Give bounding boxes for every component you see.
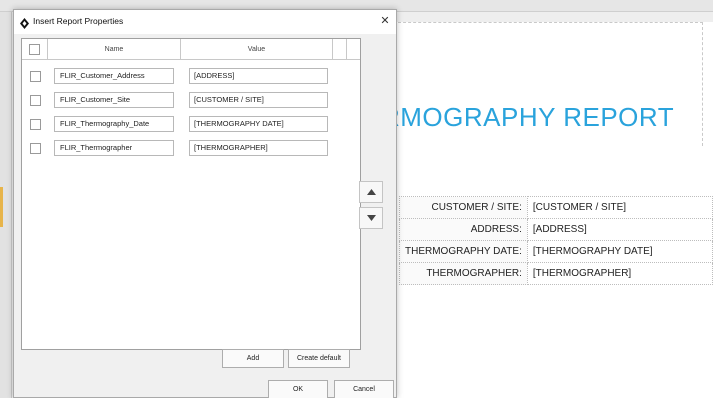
left-panel-edge: [0, 12, 12, 398]
report-title: RMOGRAPHY REPORT: [381, 102, 675, 132]
table-row: ADDRESS: [ADDRESS]: [399, 218, 713, 241]
row-checkbox[interactable]: [30, 71, 41, 82]
property-row[interactable]: FLIR_Customer_Address [ADDRESS]: [22, 65, 347, 89]
property-value-field[interactable]: [ADDRESS]: [189, 68, 328, 84]
close-icon[interactable]: ✕: [376, 12, 394, 30]
row-checkbox[interactable]: [30, 119, 41, 130]
property-name-field[interactable]: FLIR_Thermographer: [54, 140, 174, 156]
dialog-title: Insert Report Properties: [33, 16, 124, 26]
table-label: CUSTOMER / SITE:: [399, 196, 528, 219]
app-logo-icon: [20, 16, 29, 29]
table-label: THERMOGRAPHER:: [399, 262, 528, 285]
table-value: [CUSTOMER / SITE]: [526, 196, 713, 219]
table-row: THERMOGRAPHY DATE: [THERMOGRAPHY DATE]: [399, 240, 713, 263]
row-checkbox[interactable]: [30, 95, 41, 106]
property-value-field[interactable]: [THERMOGRAPHY DATE]: [189, 116, 328, 132]
table-row: CUSTOMER / SITE: [CUSTOMER / SITE]: [399, 196, 713, 219]
table-value: [THERMOGRAPHY DATE]: [526, 240, 713, 263]
panel-highlight: [0, 187, 3, 227]
dialog-title-bar[interactable]: Insert Report Properties ✕: [14, 10, 396, 34]
move-up-button[interactable]: [359, 181, 383, 203]
cancel-button[interactable]: Cancel: [334, 380, 394, 398]
create-default-button[interactable]: Create default: [288, 349, 350, 368]
table-value: [THERMOGRAPHER]: [526, 262, 713, 285]
table-value: [ADDRESS]: [526, 218, 713, 241]
column-header-name[interactable]: Name: [48, 39, 181, 60]
property-value-field[interactable]: [THERMOGRAPHER]: [189, 140, 328, 156]
column-header-filler: [333, 39, 347, 60]
table-row: THERMOGRAPHER: [THERMOGRAPHER]: [399, 262, 713, 285]
add-button[interactable]: Add: [222, 349, 284, 368]
row-checkbox[interactable]: [30, 143, 41, 154]
select-all-checkbox[interactable]: [29, 44, 40, 55]
move-down-button[interactable]: [359, 207, 383, 229]
property-row[interactable]: FLIR_Thermography_Date [THERMOGRAPHY DAT…: [22, 113, 347, 137]
property-value-field[interactable]: [CUSTOMER / SITE]: [189, 92, 328, 108]
property-name-field[interactable]: FLIR_Thermography_Date: [54, 116, 174, 132]
property-name-field[interactable]: FLIR_Customer_Site: [54, 92, 174, 108]
property-row[interactable]: FLIR_Thermographer [THERMOGRAPHER]: [22, 137, 347, 161]
document-page: RMOGRAPHY REPORT CUSTOMER / SITE: [CUSTO…: [381, 22, 713, 398]
report-info-table: CUSTOMER / SITE: [CUSTOMER / SITE] ADDRE…: [399, 196, 713, 285]
select-all-column: [22, 39, 48, 60]
table-label: ADDRESS:: [399, 218, 528, 241]
table-label: THERMOGRAPHY DATE:: [399, 240, 528, 263]
grid-header: Name Value: [22, 39, 360, 60]
property-name-field[interactable]: FLIR_Customer_Address: [54, 68, 174, 84]
ok-button[interactable]: OK: [268, 380, 328, 398]
properties-grid: Name Value FLIR_Customer_Address [ADDRES…: [21, 38, 361, 350]
column-header-value[interactable]: Value: [181, 39, 333, 60]
property-row[interactable]: FLIR_Customer_Site [CUSTOMER / SITE]: [22, 89, 347, 113]
insert-report-properties-dialog: Insert Report Properties ✕ Name Value FL…: [13, 9, 397, 398]
